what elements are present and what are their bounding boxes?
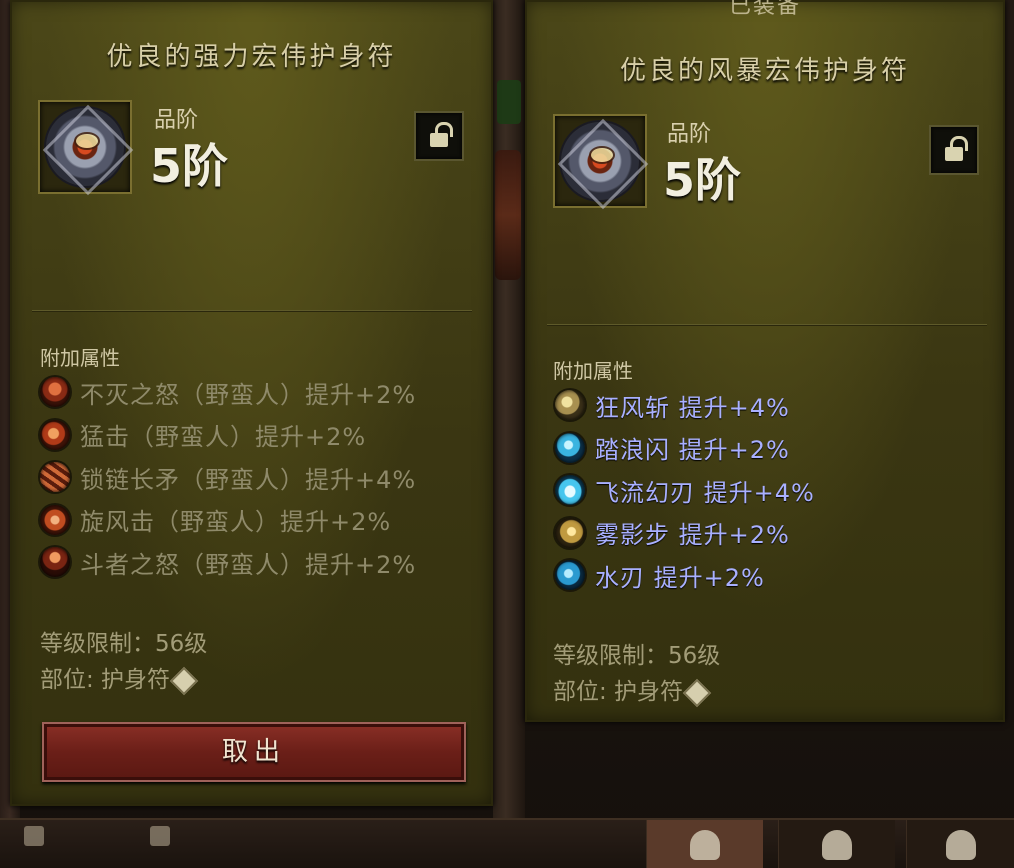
- toolbar-tab-bag[interactable]: [906, 820, 1014, 868]
- item-title: 优良的风暴宏伟护身符: [619, 56, 910, 86]
- item-icon-frame: [38, 100, 132, 194]
- attribute-row: 不灭之怒（野蛮人）提升+2%: [40, 371, 416, 414]
- attribute-text: 旋风击（野蛮人）提升+2%: [80, 508, 392, 537]
- attribute-row: 斗者之怒（野蛮人）提升+2%: [40, 541, 416, 584]
- slot-line: 部位: 护身符: [553, 672, 712, 707]
- take-out-button[interactable]: 取出: [42, 722, 466, 782]
- attribute-row: 踏浪闪 提升+2%: [555, 427, 815, 470]
- helmet-icon: [690, 830, 720, 860]
- lock-icon: [150, 826, 170, 846]
- attribute-row: 水刃 提升+2%: [555, 554, 815, 597]
- attribute-text: 雾影步 提升+2%: [595, 521, 790, 550]
- background-gap: [493, 0, 525, 820]
- grade-value: 5阶: [663, 153, 742, 207]
- flowing-blade-icon: [555, 475, 585, 506]
- equipped-label: 已装备: [728, 0, 801, 19]
- attribute-list: 狂风斩 提升+4% 踏浪闪 提升+2% 飞流幻刃 提升+4% 雾影步 提升+2%…: [555, 384, 815, 597]
- amulet-slot-icon: [682, 678, 712, 707]
- attribute-list: 不灭之怒（野蛮人）提升+2% 猛击（野蛮人）提升+2% 锁链长矛（野蛮人）提升+…: [40, 371, 416, 584]
- lock-icon: [24, 826, 44, 846]
- attribute-row: 雾影步 提升+2%: [555, 512, 815, 555]
- attribute-text: 猛击（野蛮人）提升+2%: [80, 423, 367, 452]
- background-rune: [497, 80, 521, 124]
- attribute-text: 水刃 提升+2%: [595, 563, 765, 592]
- wave-step-icon: [555, 432, 585, 463]
- attribute-row: 猛击（野蛮人）提升+2%: [40, 414, 416, 457]
- attribute-row: 旋风击（野蛮人）提升+2%: [40, 499, 416, 542]
- attribute-row: 锁链长矛（野蛮人）提升+4%: [40, 456, 416, 499]
- level-limit: 等级限制：56级: [40, 631, 208, 657]
- attribute-text: 狂风斩 提升+4%: [595, 393, 790, 422]
- grade-value: 5阶: [150, 139, 229, 193]
- bottom-toolbar: [0, 818, 1014, 868]
- attribute-text: 飞流幻刃 提升+4%: [595, 478, 815, 507]
- item-icon-frame: [553, 114, 647, 208]
- water-blade-icon: [555, 560, 585, 591]
- attribute-text: 斗者之怒（野蛮人）提升+2%: [80, 550, 417, 579]
- slot-text: 部位: 护身符: [553, 679, 684, 705]
- fighters-fury-icon: [40, 547, 70, 578]
- whirlwind-icon: [40, 504, 70, 535]
- amulet-slot-icon: [169, 666, 199, 695]
- toolbar-tab-character[interactable]: [646, 820, 763, 868]
- chain-spear-icon: [40, 462, 70, 493]
- background-ornament: [495, 150, 521, 280]
- attributes-heading: 附加属性: [40, 346, 120, 370]
- undying-rage-icon: [40, 377, 70, 408]
- amulet-icon: [561, 122, 639, 200]
- level-limit: 等级限制：56级: [553, 643, 721, 669]
- attributes-heading: 附加属性: [553, 359, 633, 383]
- divider: [547, 324, 987, 325]
- divider: [32, 310, 472, 311]
- bag-icon: [946, 830, 976, 860]
- attribute-text: 踏浪闪 提升+2%: [595, 436, 790, 465]
- item-tooltip-left: 优良的强力宏伟护身符 品阶 5阶 附加属性 不灭之怒（野蛮人）提升+2% 猛击（…: [10, 0, 493, 806]
- gale-slash-icon: [555, 390, 585, 421]
- attribute-row: 飞流幻刃 提升+4%: [555, 469, 815, 512]
- item-title: 优良的强力宏伟护身符: [106, 42, 397, 72]
- bash-icon: [40, 419, 70, 450]
- amulet-icon: [46, 108, 124, 186]
- lock-toggle-button[interactable]: [929, 125, 979, 175]
- mist-step-icon: [555, 517, 585, 548]
- item-tooltip-right: 已装备 优良的风暴宏伟护身符 品阶 5阶 附加属性 狂风斩 提升+4% 踏浪闪 …: [525, 0, 1005, 722]
- slot-text: 部位: 护身符: [40, 667, 171, 693]
- toolbar-tab-inventory[interactable]: [778, 820, 895, 868]
- slot-line: 部位: 护身符: [40, 660, 199, 695]
- attribute-text: 不灭之怒（野蛮人）提升+2%: [80, 380, 417, 409]
- attribute-row: 狂风斩 提升+4%: [555, 384, 815, 427]
- attribute-text: 锁链长矛（野蛮人）提升+4%: [80, 465, 417, 494]
- leaf-icon: [822, 830, 852, 860]
- lock-toggle-button[interactable]: [414, 111, 464, 161]
